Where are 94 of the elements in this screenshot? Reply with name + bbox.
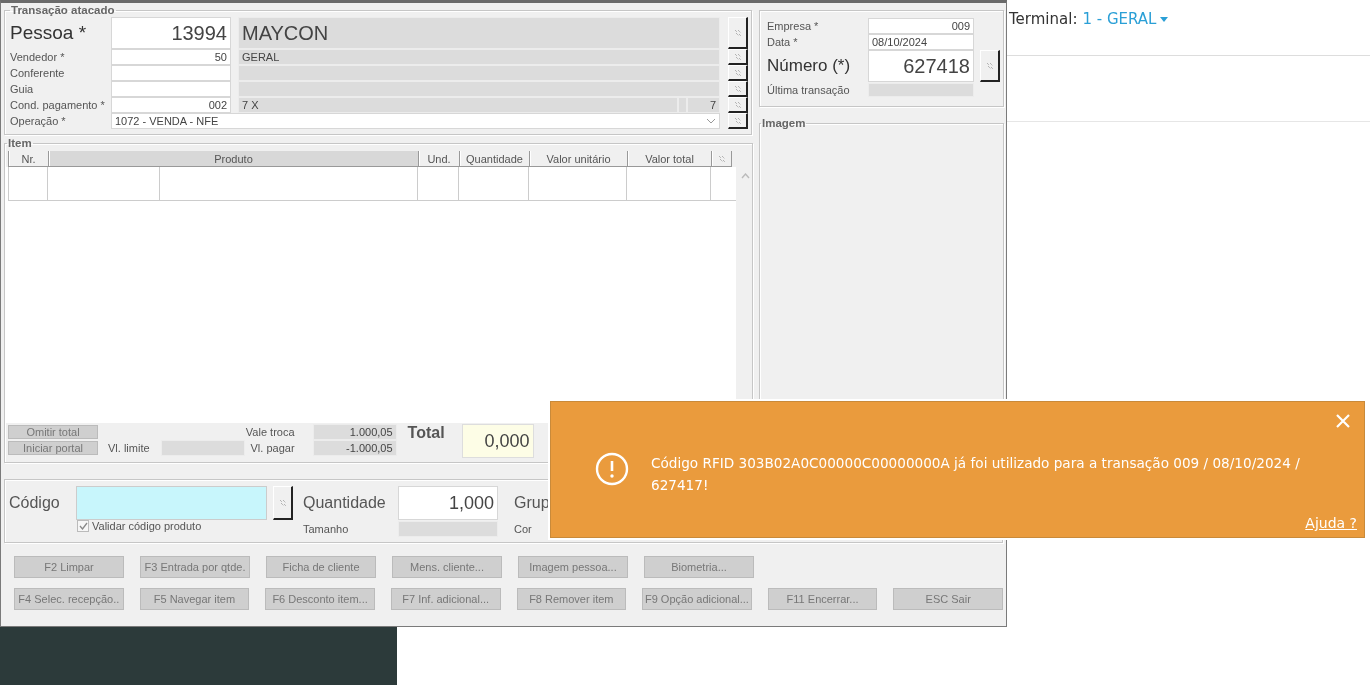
spacer-field: [678, 97, 687, 113]
name-field: MAYCON: [238, 17, 720, 49]
group-title: Imagem: [761, 117, 807, 129]
code-field[interactable]: 002: [111, 97, 231, 113]
column-header[interactable]: Nr.: [9, 151, 49, 167]
function-button[interactable]: F9 Opção adicional...: [642, 588, 752, 610]
terminal-label: Terminal:: [1009, 10, 1078, 28]
operation-dropdown[interactable]: 1072 - VENDA - NFE: [111, 113, 720, 129]
dots-icon: [733, 101, 742, 108]
column-header[interactable]: Valor unitário: [530, 151, 628, 167]
code-input-field[interactable]: [76, 486, 267, 520]
dots-icon: [733, 53, 742, 60]
quantity-field[interactable]: 1,000: [398, 486, 498, 520]
function-button[interactable]: F5 Navegar item: [139, 588, 250, 610]
checkbox[interactable]: [77, 520, 89, 532]
value-field: 7: [687, 97, 720, 113]
group-title: Transação atacado: [10, 4, 116, 16]
total-label: Total: [407, 424, 445, 442]
readonly-field: -1.000,05: [312, 440, 397, 456]
readonly-field: 1.000,05: [312, 424, 397, 440]
function-button[interactable]: F6 Desconto item...: [265, 588, 375, 610]
function-button[interactable]: Mens. cliente...: [392, 556, 502, 578]
field-label: Empresa *: [766, 19, 820, 34]
column-header[interactable]: Quantidade: [460, 151, 530, 167]
field-label: Pessoa *: [9, 21, 88, 45]
dots-icon: [733, 29, 742, 36]
lookup-button[interactable]: [728, 81, 748, 97]
field-label: Número (*): [766, 55, 852, 77]
function-button[interactable]: Biometria...: [644, 556, 754, 578]
function-button[interactable]: Ficha de cliente: [266, 556, 376, 578]
lookup-button[interactable]: [728, 49, 748, 65]
lookup-button[interactable]: [728, 65, 748, 81]
field-label: Vale troca: [245, 426, 295, 438]
field-label: Grup: [514, 494, 551, 512]
field-label: Guia: [9, 82, 35, 97]
lookup-button[interactable]: [980, 50, 1000, 82]
function-button[interactable]: F4 Selec. recepção..: [14, 588, 124, 610]
function-button[interactable]: F7 Inf. adicional...: [390, 588, 501, 610]
code-field[interactable]: [111, 65, 231, 81]
action-button[interactable]: Omitir total: [8, 425, 98, 439]
field-label: Conferente: [9, 66, 66, 81]
field-label: Última transação: [766, 83, 851, 98]
input-field[interactable]: 627418: [868, 50, 974, 82]
column-settings-button[interactable]: [712, 151, 732, 167]
dots-icon: [717, 155, 726, 162]
function-button[interactable]: F8 Remover item: [516, 588, 627, 610]
lookup-button[interactable]: [728, 113, 748, 129]
check-icon: [78, 522, 88, 530]
lookup-button[interactable]: [728, 97, 748, 113]
total-field: 0,000: [461, 424, 534, 458]
field-label: Cond. pagamento *: [9, 98, 106, 113]
checkbox-label: Validar código produto: [92, 520, 202, 532]
field-label: Cor: [514, 522, 533, 535]
column-header[interactable]: Produto: [49, 151, 419, 167]
alert-message: Código RFID 303B02A0C00000C00000000A já foi utilizado para a transação 009 / 08/10/2024 / 627417!: [651, 454, 1301, 495]
field-label: Quantidade: [303, 494, 387, 512]
dots-icon: [733, 85, 742, 92]
field-label: Vendedor *: [9, 50, 66, 65]
selected-value: 1072 - VENDA - NFE: [115, 115, 219, 127]
chevron-icon: [706, 118, 716, 124]
function-button[interactable]: ESC Sair: [893, 588, 1003, 610]
input-field[interactable]: 009: [868, 18, 974, 34]
function-button[interactable]: F2 Limpar: [14, 556, 124, 578]
code-field[interactable]: 50: [111, 49, 231, 65]
help-link[interactable]: Ajuda ?: [1305, 515, 1357, 531]
name-field: 7 X: [238, 97, 678, 113]
caret-up-icon: [740, 173, 750, 179]
action-button[interactable]: Iniciar portal: [8, 441, 98, 455]
dots-icon: [278, 499, 287, 506]
terminal-dropdown[interactable]: 1 - GERAL: [1082, 10, 1169, 28]
code-field[interactable]: 13994: [111, 17, 231, 49]
close-icon: [1336, 414, 1350, 428]
column-header[interactable]: Valor total: [628, 151, 712, 167]
warning-icon: [595, 452, 629, 486]
dots-icon: [733, 117, 742, 124]
lookup-button[interactable]: [273, 486, 293, 520]
field-label: Vl. limite: [108, 442, 150, 454]
field-label: Operação *: [9, 114, 67, 129]
caret-icon: [1160, 16, 1169, 22]
code-field[interactable]: [111, 81, 231, 97]
column-header[interactable]: Und.: [419, 151, 460, 167]
dots-icon: [985, 62, 994, 69]
function-button[interactable]: Imagem pessoa...: [518, 556, 628, 578]
lookup-button[interactable]: [728, 17, 748, 49]
function-button[interactable]: F3 Entrada por qtde.: [140, 556, 250, 578]
field-label: Código: [9, 494, 61, 512]
field-label: Vl. pagar: [250, 442, 295, 454]
function-button[interactable]: F11 Encerrar...: [767, 588, 878, 610]
name-field: GERAL: [238, 49, 720, 65]
dots-icon: [733, 69, 742, 76]
input-field[interactable]: 08/10/2024: [868, 34, 974, 50]
field-label: Tamanho: [303, 522, 350, 535]
field-label: Data *: [766, 35, 799, 50]
group-title: Item: [7, 137, 33, 149]
